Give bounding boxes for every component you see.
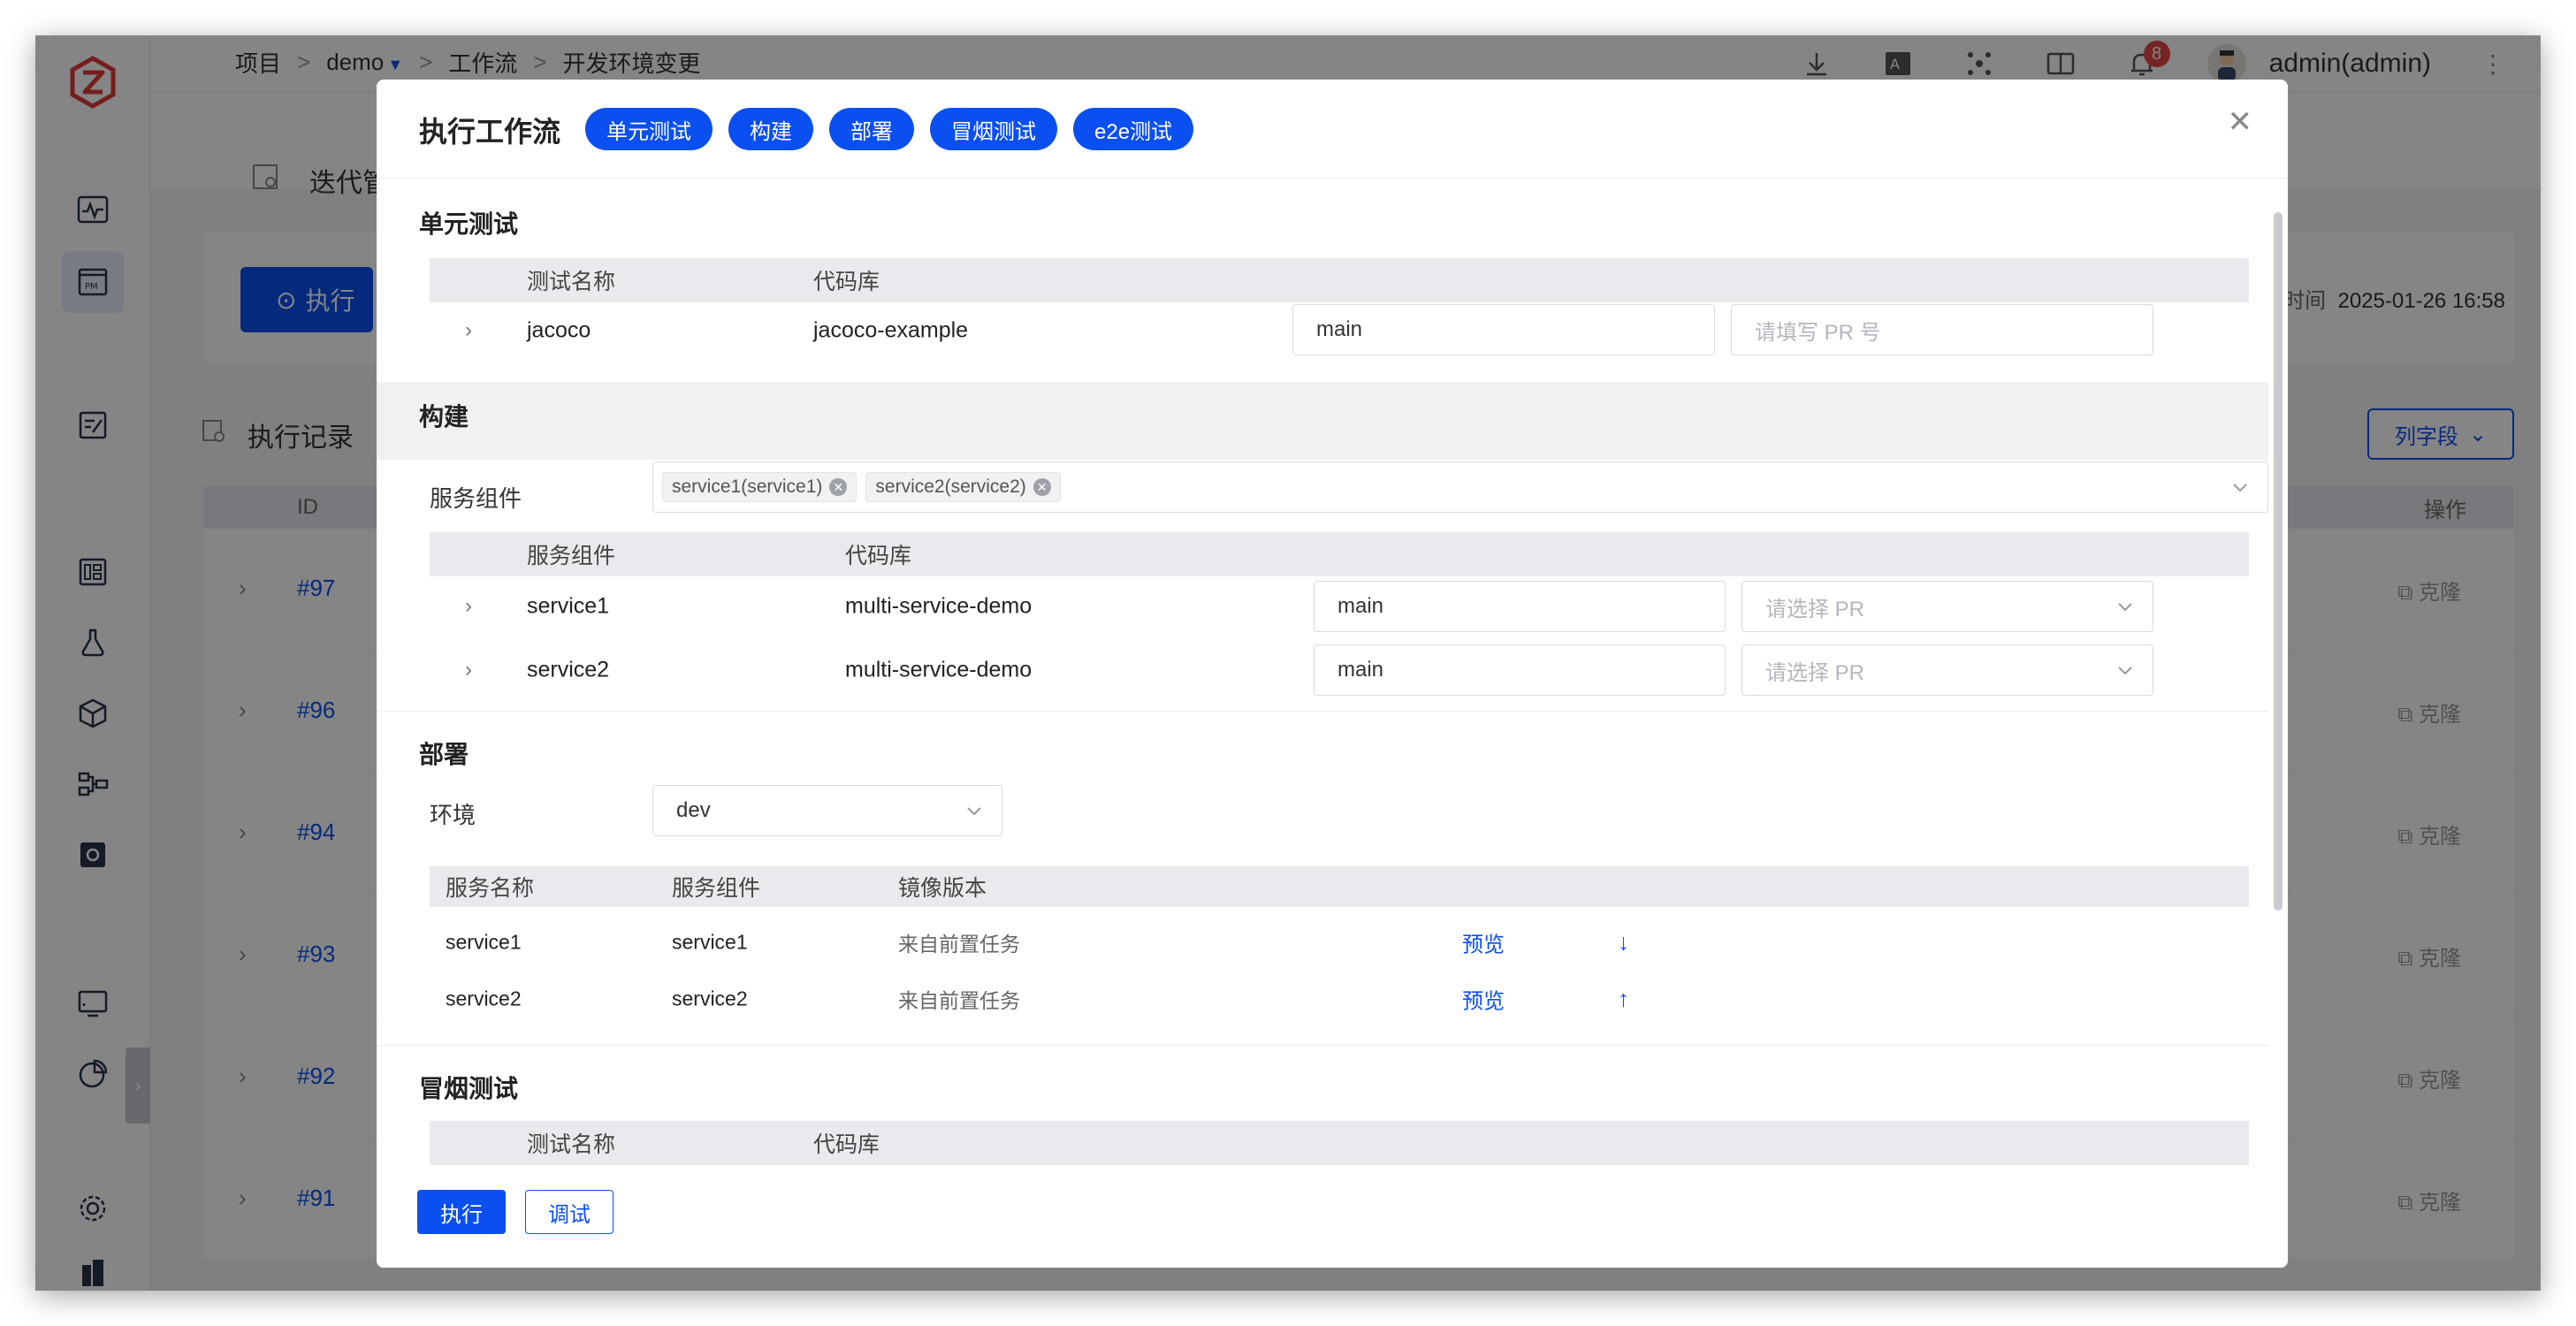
header-service-component: 服务组件	[672, 876, 761, 901]
selected-service-tag: service1(service1) ✕	[662, 472, 857, 502]
section-title-build: 构建	[419, 403, 469, 431]
section-divider	[377, 1045, 2268, 1046]
image-version: 来自前置任务	[898, 933, 1020, 956]
stage-pill-deploy[interactable]: 部署	[829, 108, 914, 150]
service-name: service1	[446, 930, 522, 954]
table-row: service1 service1 来自前置任务 预览 ↓	[430, 914, 2249, 971]
environment-label: 环境	[430, 802, 476, 828]
tag-label: service1(service1)	[672, 476, 823, 497]
stage-pill-build[interactable]: 构建	[728, 108, 813, 150]
preview-link[interactable]: 预览	[1462, 927, 1505, 958]
section-divider	[377, 711, 2268, 712]
branch-input[interactable]: main	[1314, 644, 1726, 696]
smoke-test-table-header: 测试名称 代码库	[430, 1121, 2249, 1165]
pr-select-placeholder: 请选择 PR	[1765, 660, 1865, 685]
section-title-smoke-test: 冒烟测试	[419, 1075, 519, 1102]
chevron-down-icon	[2118, 667, 2132, 675]
header-service-component: 服务组件	[527, 544, 616, 568]
pr-number-input[interactable]: 请填写 PR 号	[1731, 304, 2153, 355]
service-component-label: 服务组件	[430, 485, 522, 512]
table-row: service2 service2 来自前置任务 预览 ↑	[430, 971, 2249, 1027]
dialog-body: 单元测试 测试名称 代码库 › jacoco jacoco-example ma…	[377, 179, 2268, 1167]
header-test-name: 测试名称	[527, 270, 616, 294]
pr-select[interactable]: 请选择 PR	[1741, 581, 2153, 632]
chevron-down-icon	[967, 807, 981, 816]
repo-name: jacoco-example	[813, 317, 969, 343]
repo-name: multi-service-demo	[845, 657, 1033, 682]
environment-select[interactable]: dev	[652, 785, 1002, 836]
service-name: service1	[527, 593, 610, 619]
pr-select[interactable]: 请选择 PR	[1741, 644, 2153, 696]
app-window: PM › 项目 > demo ▼ > 工作流 > 开发环境变更 A 8 admi…	[35, 35, 2541, 1291]
deploy-table-header: 服务名称 服务组件 镜像版本	[430, 866, 2249, 907]
dialog-footer: 执行 调试	[377, 1167, 2288, 1268]
repo-name: multi-service-demo	[845, 593, 1033, 619]
environment-value: dev	[676, 798, 711, 822]
header-repo: 代码库	[813, 270, 880, 294]
build-section-band	[377, 382, 2268, 460]
chevron-down-icon	[2118, 603, 2132, 612]
selected-service-tag: service2(service2) ✕	[865, 472, 1061, 502]
header-test-name: 测试名称	[527, 1132, 616, 1157]
arrow-down-icon[interactable]: ↓	[1618, 929, 1629, 956]
service-component: service1	[672, 930, 748, 954]
pr-select-placeholder: 请选择 PR	[1765, 597, 1865, 621]
service-name: service2	[446, 987, 522, 1010]
header-image-version: 镜像版本	[898, 876, 987, 901]
chevron-right-icon[interactable]: ›	[465, 318, 472, 343]
unit-test-table-header: 测试名称 代码库	[430, 258, 2249, 302]
section-title-unit-test: 单元测试	[419, 210, 519, 238]
test-name: jacoco	[527, 317, 591, 343]
close-icon[interactable]: ✕	[2228, 104, 2253, 140]
build-table-header: 服务组件 代码库	[430, 532, 2249, 576]
dialog-title: 执行工作流	[419, 116, 561, 148]
header-repo: 代码库	[813, 1132, 880, 1157]
image-version: 来自前置任务	[898, 989, 1020, 1012]
chevron-right-icon[interactable]: ›	[465, 658, 472, 682]
debug-button[interactable]: 调试	[525, 1190, 614, 1234]
tag-label: service2(service2)	[875, 476, 1026, 497]
section-title-deploy: 部署	[419, 741, 469, 768]
header-repo: 代码库	[845, 544, 912, 568]
stage-pill-e2e-test[interactable]: e2e测试	[1073, 108, 1194, 150]
service-name: service2	[527, 657, 610, 682]
run-button[interactable]: 执行	[417, 1190, 506, 1234]
stage-pill-unit-test[interactable]: 单元测试	[585, 108, 713, 150]
service-multiselect[interactable]: service1(service1) ✕ service2(service2) ✕	[652, 461, 2268, 513]
dialog-scrollbar[interactable]	[2274, 212, 2283, 911]
header-service-name: 服务名称	[446, 876, 535, 901]
stage-pills: 单元测试 构建 部署 冒烟测试 e2e测试	[585, 108, 1194, 150]
branch-input[interactable]: main	[1292, 304, 1715, 355]
stage-pill-smoke-test[interactable]: 冒烟测试	[930, 108, 1057, 150]
branch-input[interactable]: main	[1314, 581, 1726, 632]
execute-workflow-dialog: 执行工作流 单元测试 构建 部署 冒烟测试 e2e测试 ✕ 单元测试 测试名称 …	[377, 80, 2288, 1268]
tag-remove-icon[interactable]: ✕	[1033, 478, 1051, 496]
dialog-header: 执行工作流 单元测试 构建 部署 冒烟测试 e2e测试 ✕	[377, 80, 2288, 179]
arrow-up-icon[interactable]: ↑	[1618, 986, 1629, 1013]
tag-remove-icon[interactable]: ✕	[829, 478, 848, 496]
preview-link[interactable]: 预览	[1462, 984, 1505, 1015]
service-component: service2	[672, 987, 748, 1010]
chevron-right-icon[interactable]: ›	[465, 594, 472, 619]
chevron-down-icon	[2233, 484, 2247, 492]
